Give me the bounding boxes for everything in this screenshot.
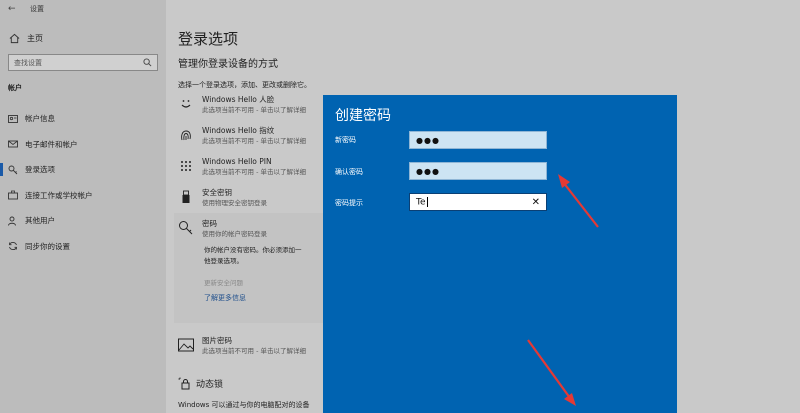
option-desc: 此选项当前不可用 - 单击以了解详细 [202,137,306,145]
option-title: 图片密码 [202,336,232,345]
sidebar-item-label: 登录选项 [25,165,55,175]
search-placeholder: 查找设置 [14,58,42,67]
mail-icon [8,139,18,149]
text-caret [426,196,428,207]
confirm-password-label: 确认密码 [335,168,363,176]
confirm-password-value: ●●● [416,166,440,176]
window-title: 设置 [30,5,44,13]
update-security-questions-link[interactable]: 更新安全问题 [204,277,243,287]
page-hint: 选择一个登录选项，添加、更改或删除它。 [178,81,311,89]
password-hint-field[interactable]: Te ✕ [409,193,547,211]
option-title: Windows Hello PIN [202,157,272,166]
new-password-value: ●●● [416,135,440,145]
dynamic-lock-icon [178,377,191,390]
sidebar-nav: 帐户信息 电子邮件和帐户 登录选项 连接工作或学校帐户 其他用户 同步你的设置 [0,106,166,259]
create-password-dialog: 创建密码 新密码 ●●● 确认密码 ●●● 密码提示 Te ✕ [323,95,677,413]
option-hello-face[interactable]: Windows Hello 人脸 此选项当前不可用 - 单击以了解详细 [178,95,306,115]
option-password[interactable]: 密码 使用你的帐户密码登录 [178,219,267,239]
picture-icon [178,337,194,353]
home-link[interactable]: 主页 [8,32,43,44]
back-arrow-icon[interactable]: ← [8,4,24,14]
smile-face-icon [178,96,194,112]
sidebar-item-email[interactable]: 电子邮件和帐户 [0,132,166,158]
option-title: Windows Hello 指纹 [202,126,275,135]
usb-key-icon [178,189,194,205]
dynamic-lock-heading: 动态锁 [178,377,223,390]
password-hint-label: 密码提示 [335,199,363,207]
option-security-key[interactable]: 安全密钥 使用物理安全密钥登录 [178,188,267,208]
option-title: 安全密钥 [202,188,232,197]
option-title: Windows Hello 人脸 [202,95,275,104]
option-title: 密码 [202,219,217,228]
clear-icon[interactable]: ✕ [532,197,540,208]
learn-more-link[interactable]: 了解更多信息 [204,293,246,303]
key-icon [178,220,194,236]
page-subtitle: 管理你登录设备的方式 [178,59,278,70]
sidebar-item-sync[interactable]: 同步你的设置 [0,234,166,260]
option-desc: 此选项当前不可用 - 单击以了解详细 [202,106,306,114]
new-password-label: 新密码 [335,136,356,144]
dynamic-lock-title: 动态锁 [196,380,224,390]
pin-keypad-icon [178,158,194,174]
option-password-expanded[interactable]: 密码 使用你的帐户密码登录 你的帐户没有密码。你必须添加一 他登录选项。 更新安… [174,213,334,323]
sidebar-item-sign-in-options[interactable]: 登录选项 [0,157,166,183]
option-desc: 使用物理安全密钥登录 [202,199,267,207]
sidebar-item-work-school[interactable]: 连接工作或学校帐户 [0,183,166,209]
dialog-title: 创建密码 [335,108,391,124]
confirm-password-field[interactable]: ●●● [409,162,547,180]
person-add-icon [8,216,18,226]
sync-icon [8,241,18,251]
password-hint-value: Te [416,197,426,208]
search-icon[interactable] [143,58,152,67]
page-title: 登录选项 [178,30,239,48]
option-desc: 此选项当前不可用 - 单击以了解详细 [202,168,306,176]
password-body: 你的帐户没有密码。你必须添加一 [204,246,302,254]
sidebar-item-account-info[interactable]: 帐户信息 [0,106,166,132]
briefcase-icon [8,190,18,200]
option-hello-fingerprint[interactable]: Windows Hello 指纹 此选项当前不可用 - 单击以了解详细 [178,126,306,146]
sidebar-item-label: 连接工作或学校帐户 [25,190,93,200]
sidebar: ← 设置 主页 查找设置 帐户 帐户信息 电子邮件和帐户 登录选项 连接工作或学… [0,0,166,413]
option-picture-password[interactable]: 图片密码 此选项当前不可用 - 单击以了解详细 [178,336,306,356]
search-input[interactable]: 查找设置 [8,54,158,71]
sidebar-item-label: 同步你的设置 [25,241,70,251]
dynamic-lock-desc: Windows 可以通过与你的电脑配对的设备 [178,401,310,409]
option-desc: 使用你的帐户密码登录 [202,230,267,238]
section-heading: 帐户 [8,84,22,92]
password-body-2: 他登录选项。 [204,257,243,265]
home-label: 主页 [27,33,43,43]
sidebar-item-other-users[interactable]: 其他用户 [0,208,166,234]
option-hello-pin[interactable]: Windows Hello PIN 此选项当前不可用 - 单击以了解详细 [178,157,306,177]
sidebar-item-label: 帐户信息 [25,114,55,124]
sidebar-item-label: 电子邮件和帐户 [25,139,78,149]
sidebar-item-label: 其他用户 [25,216,55,226]
option-desc: 此选项当前不可用 - 单击以了解详细 [202,347,306,355]
home-icon [8,32,20,44]
person-card-icon [8,114,18,124]
key-icon [8,165,18,175]
title-bar: ← 设置 [0,0,166,18]
new-password-field[interactable]: ●●● [409,131,547,149]
fingerprint-icon [178,127,194,143]
